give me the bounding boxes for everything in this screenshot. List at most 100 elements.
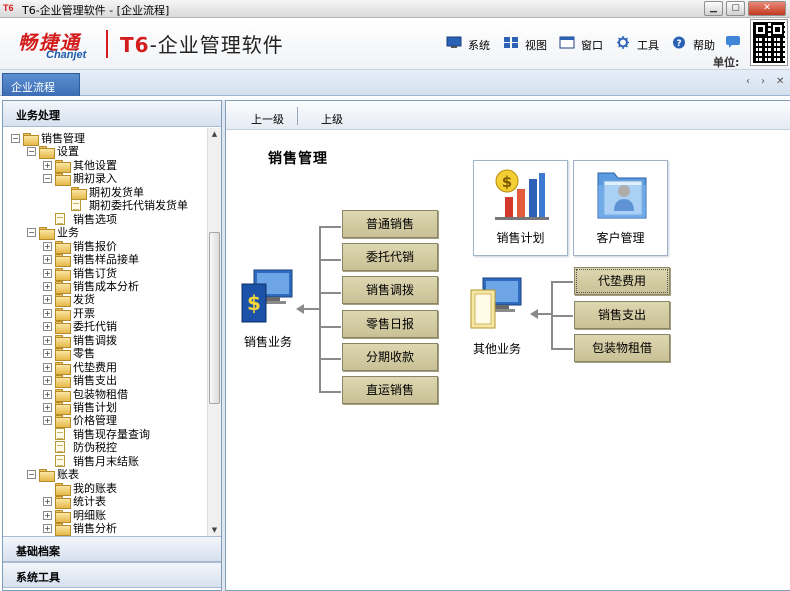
other-business-icon[interactable] (469, 276, 525, 332)
tree-item[interactable]: + 开票 (3, 307, 207, 321)
tree-item[interactable]: + 统计表 (3, 495, 207, 510)
expand-icon[interactable]: + (43, 497, 52, 507)
tree-item[interactable]: + 销售分析 (3, 522, 207, 537)
maximize-button[interactable]: ▢ (726, 1, 745, 16)
tree-item[interactable]: − 销售管理 (3, 132, 207, 146)
scroll-up-icon[interactable]: ▲ (208, 128, 221, 141)
up-level-button[interactable]: 上级 (321, 111, 343, 127)
expand-icon[interactable]: + (43, 268, 52, 278)
tree-item-label: 统计表 (73, 495, 106, 509)
flow-retail-daily-button[interactable]: 零售日报 (342, 310, 438, 338)
tree-item-label: 设置 (57, 145, 79, 159)
flow-packaging-rental-button[interactable]: 包装物租借 (574, 334, 670, 362)
sales-business-label[interactable]: 销售业务 (244, 333, 292, 350)
tree-item[interactable]: + 销售样品接单 (3, 253, 207, 268)
expand-icon[interactable]: + (43, 281, 52, 291)
scroll-thumb[interactable] (209, 232, 220, 404)
app-logo-icon: T6 (3, 3, 14, 13)
expand-icon[interactable]: + (43, 322, 52, 332)
flow-installment-button[interactable]: 分期收款 (342, 343, 438, 371)
tree-item[interactable]: + 销售成本分析 (3, 279, 207, 294)
tree-item[interactable]: + 代垫费用 (3, 361, 207, 375)
up-one-level-button[interactable]: 上一级 (251, 111, 284, 127)
collapse-icon[interactable]: − (27, 470, 36, 480)
collapse-icon[interactable]: − (27, 147, 36, 157)
expand-icon[interactable]: + (43, 335, 52, 345)
section-basic-archives[interactable]: 基础档案 (3, 536, 221, 562)
tree-item[interactable]: + 其他设置 (3, 159, 207, 173)
tree-item[interactable]: + 零售 (3, 347, 207, 362)
tree-item[interactable]: + 销售支出 (3, 374, 207, 389)
section-system-tools[interactable]: 系统工具 (3, 562, 221, 588)
app-header: 畅捷通 Chanjet T6-企业管理软件 系统 视图 窗口 工具 ? 帮助 单… (0, 18, 790, 70)
tree-item[interactable]: + 价格管理 (3, 414, 207, 429)
tree-item[interactable]: 防伪税控 (3, 441, 207, 454)
expand-icon[interactable]: + (43, 160, 52, 170)
tree-item[interactable]: 销售现存量查询 (3, 427, 207, 441)
tree-item[interactable]: − 业务 (3, 226, 207, 241)
tree-item[interactable]: 销售月末结账 (3, 454, 207, 468)
sales-plan-card[interactable]: $ 销售计划 (473, 160, 568, 256)
tree-item[interactable]: + 委托代销 (3, 320, 207, 335)
tree-item-label: 价格管理 (73, 414, 117, 428)
sales-business-icon[interactable]: $ (240, 268, 298, 328)
flow-normal-sales-button[interactable]: 普通销售 (342, 210, 438, 238)
tree-item[interactable]: + 发货 (3, 293, 207, 308)
chat-icon[interactable] (725, 35, 741, 49)
flow-advance-expense-button[interactable]: 代垫费用 (574, 267, 670, 295)
tree-item[interactable]: + 销售调拨 (3, 334, 207, 348)
tree-scrollbar[interactable]: ▲ ▼ (207, 128, 221, 538)
connector-branch (551, 315, 573, 317)
menu-system-label: 系统 (468, 39, 490, 52)
tab-enterprise-flow[interactable]: 企业流程 (2, 73, 80, 96)
folder-icon (23, 133, 39, 146)
tree-item[interactable]: + 销售订货 (3, 267, 207, 281)
connector-branch (319, 326, 341, 328)
tree-item-label: 销售报价 (73, 239, 117, 253)
tab-next-icon[interactable]: › (761, 76, 765, 87)
tree-item-label: 委托代销 (73, 320, 117, 334)
expand-icon[interactable]: + (43, 416, 52, 426)
expand-icon[interactable]: + (43, 389, 52, 399)
tab-prev-icon[interactable]: ‹ (746, 76, 750, 87)
flow-sales-expense-button[interactable]: 销售支出 (574, 301, 670, 329)
tree-item-label: 发货 (73, 293, 95, 307)
tree-item[interactable]: 期初委托代销发货单 (3, 199, 207, 212)
expand-icon[interactable]: + (43, 349, 52, 359)
tree-item[interactable]: 我的账表 (3, 482, 207, 496)
minimize-button[interactable]: ▁ (704, 1, 723, 16)
expand-icon[interactable]: + (43, 241, 52, 251)
tree-item[interactable]: + 包装物租借 (3, 388, 207, 402)
close-button[interactable]: ✕ (748, 1, 786, 16)
tab-close-icon[interactable]: ✕ (776, 76, 784, 87)
expand-icon[interactable]: + (43, 524, 52, 534)
connector-branch (319, 259, 341, 261)
collapse-icon[interactable]: − (11, 134, 20, 143)
expand-icon[interactable]: + (43, 308, 52, 318)
tree-item[interactable]: + 销售报价 (3, 239, 207, 254)
expand-icon[interactable]: + (43, 255, 52, 265)
tree-item[interactable]: + 销售计划 (3, 401, 207, 415)
flow-direct-shipment-button[interactable]: 直运销售 (342, 376, 438, 404)
tree-item[interactable]: + 明细账 (3, 509, 207, 523)
other-business-label[interactable]: 其他业务 (473, 340, 521, 357)
flow-sales-transfer-button[interactable]: 销售调拨 (342, 276, 438, 304)
customer-management-card[interactable]: 客户管理 (573, 160, 668, 256)
tree-item[interactable]: − 账表 (3, 468, 207, 483)
expand-icon[interactable]: + (43, 403, 52, 412)
document-icon (55, 212, 65, 225)
tree-item-label: 销售分析 (73, 522, 117, 536)
tree-item[interactable]: 期初发货单 (3, 186, 207, 200)
tree-item[interactable]: 销售选项 (3, 212, 207, 226)
collapse-icon[interactable]: − (27, 228, 36, 238)
tree-item-label: 销售成本分析 (73, 279, 139, 293)
flow-consignment-button[interactable]: 委托代销 (342, 243, 438, 271)
expand-icon[interactable]: + (43, 362, 52, 372)
tree-item[interactable]: − 设置 (3, 145, 207, 160)
expand-icon[interactable]: + (43, 376, 52, 386)
section-business-processing[interactable]: 业务处理 (3, 101, 221, 127)
expand-icon[interactable]: + (43, 295, 52, 305)
tree-item[interactable]: − 期初录入 (3, 172, 207, 187)
collapse-icon[interactable]: − (43, 174, 52, 184)
expand-icon[interactable]: + (43, 510, 52, 520)
